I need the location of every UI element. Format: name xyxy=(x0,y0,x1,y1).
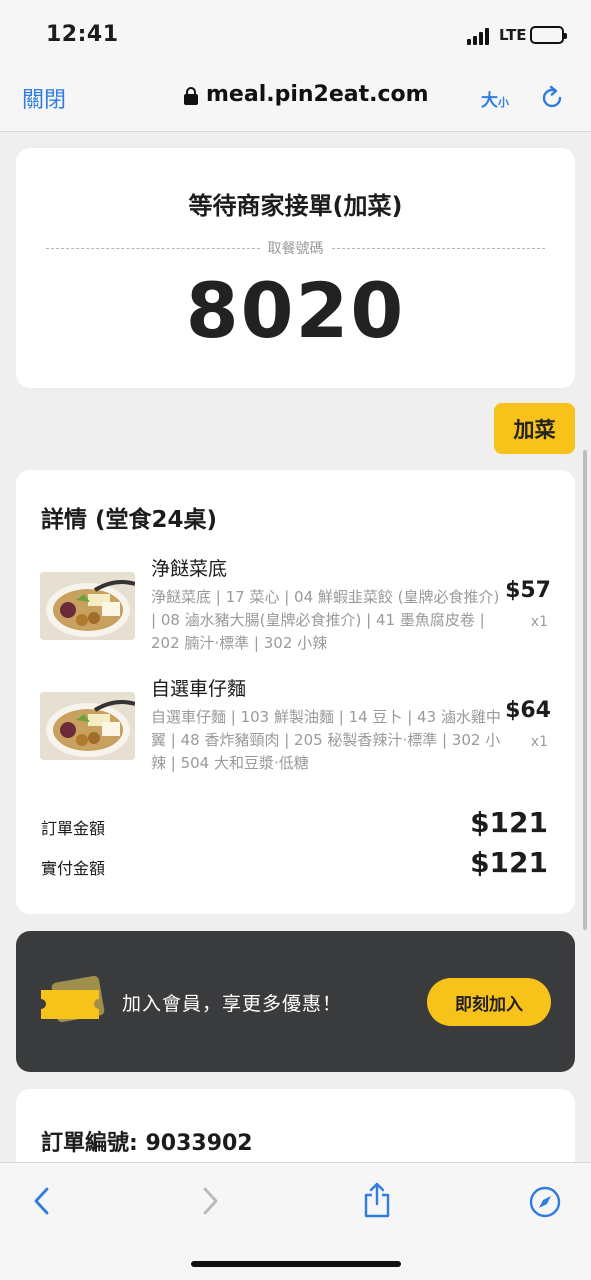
order-amount-value: $121 xyxy=(470,806,548,839)
add-dish-button[interactable]: 加菜 xyxy=(494,403,575,454)
item-price: $57 xyxy=(505,578,551,603)
status-time: 12:41 xyxy=(46,22,119,47)
order-item: 自選車仔麵 自選車仔麵 | 103 鮮製油麵 | 14 豆卜 | 43 滷水雞中… xyxy=(16,674,575,784)
order-status-title: 等待商家接單(加菜) xyxy=(188,192,403,220)
close-button[interactable]: 關閉 xyxy=(22,82,66,114)
item-quantity: x1 xyxy=(530,614,548,630)
paid-amount-label: 實付金額 xyxy=(41,859,106,878)
order-number: 訂單編號: 9033902 xyxy=(41,1131,253,1156)
order-item: 浄餸菜底 浄餸菜底 | 17 菜心 | 04 鮮蝦韭菜餃 (皇牌必食推介) | … xyxy=(16,554,575,664)
details-title: 詳情 (堂食24桌) xyxy=(41,507,218,533)
item-description: 浄餸菜底 | 17 菜心 | 04 鮮蝦韭菜餃 (皇牌必食推介) | 08 滷水… xyxy=(151,588,500,652)
food-image xyxy=(40,572,135,640)
item-name: 浄餸菜底 xyxy=(151,558,228,580)
url-text: meal.pin2eat.com xyxy=(206,82,429,107)
signal-icon xyxy=(467,27,493,45)
item-quantity: x1 xyxy=(530,734,548,750)
battery-icon xyxy=(530,26,567,44)
home-indicator[interactable] xyxy=(191,1261,401,1267)
item-description: 自選車仔麵 | 103 鮮製油麵 | 14 豆卜 | 43 滷水雞中翼 | 48… xyxy=(151,708,501,772)
ticket-icon xyxy=(41,975,105,1023)
join-now-button[interactable]: 即刻加入 xyxy=(427,978,551,1026)
reload-icon[interactable] xyxy=(538,84,566,112)
order-amount-row: 訂單金額 $121 xyxy=(41,806,548,842)
lock-icon xyxy=(184,86,198,105)
item-price: $64 xyxy=(505,698,551,723)
text-size-button[interactable]: 大小 xyxy=(481,86,509,111)
text-size-large-label: 大 xyxy=(481,91,498,111)
order-status-card: 等待商家接單(加菜) 取餐號碼 8020 xyxy=(16,148,575,388)
back-icon[interactable] xyxy=(30,1185,54,1217)
pickup-number: 8020 xyxy=(185,266,406,355)
forward-icon[interactable] xyxy=(198,1185,222,1217)
paid-amount-row: 實付金額 $121 xyxy=(41,846,548,882)
membership-text: 加入會員，享更多優惠！ xyxy=(122,993,343,1015)
order-details-card: 詳情 (堂食24桌) 浄餸菜底 浄餸菜底 | 17 菜心 | 04 鮮蝦韭菜餃 … xyxy=(16,470,575,914)
share-icon[interactable] xyxy=(362,1181,392,1219)
compass-icon[interactable] xyxy=(528,1185,562,1219)
address-bar[interactable]: meal.pin2eat.com xyxy=(184,82,429,107)
food-image xyxy=(40,692,135,760)
order-amount-label: 訂單金額 xyxy=(41,819,106,838)
pickup-label: 取餐號碼 xyxy=(267,241,324,257)
browser-bar: 關閉 meal.pin2eat.com 大小 xyxy=(0,70,591,132)
status-bar: 12:41 LTE xyxy=(0,0,591,70)
text-size-small-label: 小 xyxy=(498,96,509,109)
item-name: 自選車仔麵 xyxy=(151,678,247,700)
scrollbar[interactable] xyxy=(583,450,587,930)
paid-amount-value: $121 xyxy=(470,846,548,879)
membership-banner: 加入會員，享更多優惠！ 即刻加入 xyxy=(16,931,575,1072)
network-label: LTE xyxy=(499,26,527,44)
pickup-label-row: 取餐號碼 xyxy=(46,238,545,258)
